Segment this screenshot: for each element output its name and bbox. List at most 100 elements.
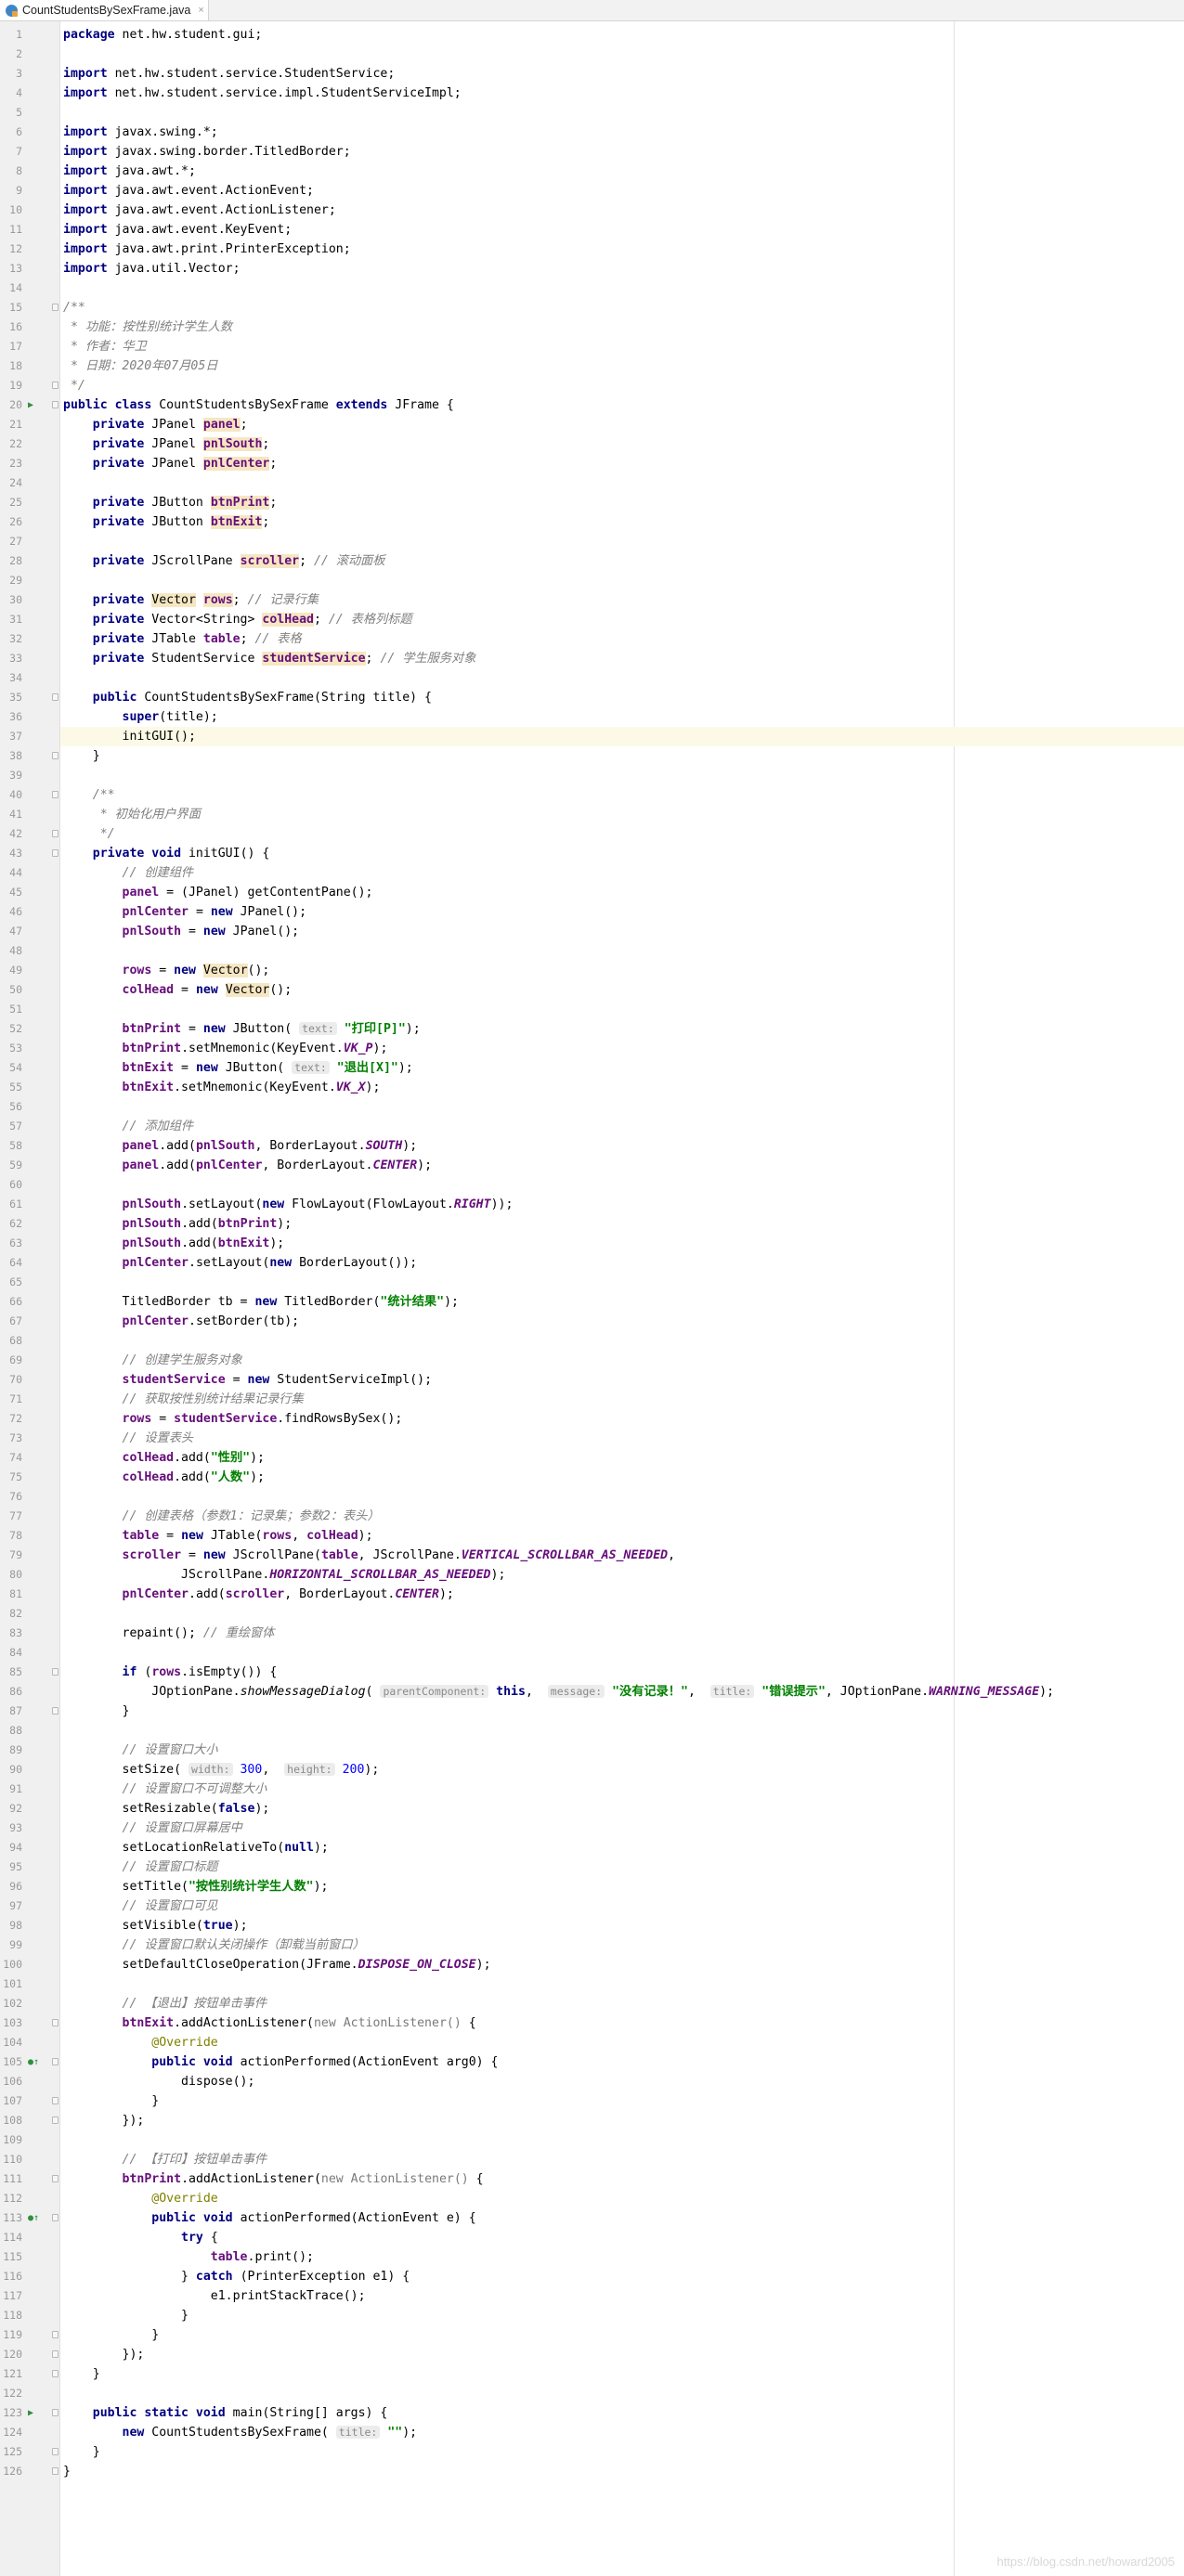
- code-line[interactable]: 39: [0, 766, 1184, 785]
- fold-marker-icon[interactable]: [52, 2058, 59, 2065]
- code-line[interactable]: 18 * 日期：2020年07月05日: [0, 356, 1184, 376]
- fold-marker-icon[interactable]: [52, 2116, 59, 2124]
- code-line[interactable]: 52 btnPrint = new JButton( text: "打印[P]"…: [0, 1019, 1184, 1039]
- fold-marker-icon[interactable]: [52, 2214, 59, 2221]
- code-line[interactable]: 114 try {: [0, 2228, 1184, 2247]
- code-line[interactable]: 121 }: [0, 2364, 1184, 2384]
- code-line[interactable]: 113 ●↑ public void actionPerformed(Action…: [0, 2208, 1184, 2228]
- code-line[interactable]: 91 // 设置窗口不可调整大小: [0, 1780, 1184, 1799]
- override-icon[interactable]: ●↑: [28, 2208, 46, 2228]
- code-line[interactable]: 3 import net.hw.student.service.StudentSe…: [0, 64, 1184, 84]
- code-line[interactable]: 69 // 创建学生服务对象: [0, 1351, 1184, 1370]
- fold-marker-icon[interactable]: [52, 830, 59, 837]
- fold-marker-icon[interactable]: [52, 2448, 59, 2455]
- code-line[interactable]: 31 private Vector<String> colHead; // 表格…: [0, 610, 1184, 629]
- code-line[interactable]: 16 * 功能：按性别统计学生人数: [0, 317, 1184, 337]
- code-line[interactable]: 72 rows = studentService.findRowsBySex()…: [0, 1409, 1184, 1429]
- fold-marker-icon[interactable]: [52, 1707, 59, 1715]
- fold-marker-icon[interactable]: [52, 382, 59, 389]
- code-line[interactable]: 19 */: [0, 376, 1184, 395]
- code-line[interactable]: 101: [0, 1974, 1184, 1994]
- code-line[interactable]: 36 super(title);: [0, 707, 1184, 727]
- code-line[interactable]: 25 private JButton btnPrint;: [0, 493, 1184, 512]
- code-line[interactable]: 12 import java.awt.print.PrinterException…: [0, 239, 1184, 259]
- code-line[interactable]: 63 pnlSouth.add(btnExit);: [0, 1234, 1184, 1253]
- code-line[interactable]: 48: [0, 941, 1184, 961]
- code-line[interactable]: 1 package net.hw.student.gui;: [0, 25, 1184, 45]
- code-line[interactable]: 66 TitledBorder tb = new TitledBorder("统…: [0, 1292, 1184, 1312]
- code-line[interactable]: 79 scroller = new JScrollPane(table, JSc…: [0, 1546, 1184, 1565]
- code-line[interactable]: 14: [0, 278, 1184, 298]
- code-line[interactable]: 27: [0, 532, 1184, 551]
- fold-marker-icon[interactable]: [52, 1668, 59, 1676]
- code-line[interactable]: 9 import java.awt.event.ActionEvent;: [0, 181, 1184, 201]
- code-line[interactable]: 23 private JPanel pnlCenter;: [0, 454, 1184, 473]
- fold-marker-icon[interactable]: [52, 791, 59, 798]
- code-line[interactable]: 24: [0, 473, 1184, 493]
- code-line[interactable]: 103 btnExit.addActionListener(new Action…: [0, 2013, 1184, 2033]
- code-line[interactable]: 35 public CountStudentsBySexFrame(String…: [0, 688, 1184, 707]
- code-line[interactable]: 76: [0, 1487, 1184, 1507]
- code-line[interactable]: 20 ▶ public class CountStudentsBySexFrame …: [0, 395, 1184, 415]
- code-line[interactable]: 80 JScrollPane.HORIZONTAL_SCROLLBAR_AS_N…: [0, 1565, 1184, 1585]
- code-line[interactable]: 33 private StudentService studentService…: [0, 649, 1184, 668]
- code-line[interactable]: 71 // 获取按性别统计结果记录行集: [0, 1390, 1184, 1409]
- code-line[interactable]: 109: [0, 2130, 1184, 2150]
- code-line[interactable]: 85 if (rows.isEmpty()) {: [0, 1663, 1184, 1682]
- code-line[interactable]: 77 // 创建表格（参数1：记录集；参数2：表头）: [0, 1507, 1184, 1526]
- code-line[interactable]: 108 });: [0, 2111, 1184, 2130]
- code-line[interactable]: 15 /**: [0, 298, 1184, 317]
- code-line[interactable]: 81 pnlCenter.add(scroller, BorderLayout.…: [0, 1585, 1184, 1604]
- code-line[interactable]: 92 setResizable(false);: [0, 1799, 1184, 1819]
- code-line[interactable]: 78 table = new JTable(rows, colHead);: [0, 1526, 1184, 1546]
- code-line[interactable]: 50 colHead = new Vector();: [0, 980, 1184, 1000]
- code-line[interactable]: 93 // 设置窗口屏幕居中: [0, 1819, 1184, 1838]
- code-line[interactable]: 87 }: [0, 1702, 1184, 1721]
- code-line[interactable]: 88: [0, 1721, 1184, 1741]
- code-line[interactable]: 10 import java.awt.event.ActionListener;: [0, 201, 1184, 220]
- fold-marker-icon[interactable]: [52, 693, 59, 701]
- code-line[interactable]: 56: [0, 1097, 1184, 1117]
- code-line[interactable]: 75 colHead.add("人数");: [0, 1468, 1184, 1487]
- code-line[interactable]: 118 }: [0, 2306, 1184, 2325]
- fold-marker-icon[interactable]: [52, 2097, 59, 2104]
- code-line[interactable]: 106 dispose();: [0, 2072, 1184, 2091]
- code-line[interactable]: 122: [0, 2384, 1184, 2403]
- code-line[interactable]: 107 }: [0, 2091, 1184, 2111]
- code-line[interactable]: 22 private JPanel pnlSouth;: [0, 434, 1184, 454]
- code-line[interactable]: 17 * 作者：华卫: [0, 337, 1184, 356]
- code-line[interactable]: 46 pnlCenter = new JPanel();: [0, 902, 1184, 922]
- fold-marker-icon[interactable]: [52, 2350, 59, 2358]
- code-line[interactable]: 13 import java.util.Vector;: [0, 259, 1184, 278]
- code-line[interactable]: 111 btnPrint.addActionListener(new Actio…: [0, 2169, 1184, 2189]
- code-line[interactable]: 11 import java.awt.event.KeyEvent;: [0, 220, 1184, 239]
- code-line[interactable]: 62 pnlSouth.add(btnPrint);: [0, 1214, 1184, 1234]
- code-line[interactable]: 110 // 【打印】按钮单击事件: [0, 2150, 1184, 2169]
- code-line[interactable]: 60: [0, 1175, 1184, 1195]
- code-line[interactable]: 32 private JTable table; // 表格: [0, 629, 1184, 649]
- code-line[interactable]: 94 setLocationRelativeTo(null);: [0, 1838, 1184, 1858]
- code-line[interactable]: 124 new CountStudentsBySexFrame( title: …: [0, 2423, 1184, 2442]
- code-line[interactable]: 43 private void initGUI() {: [0, 844, 1184, 863]
- run-icon[interactable]: ▶: [28, 395, 46, 415]
- code-line[interactable]: 73 // 设置表头: [0, 1429, 1184, 1448]
- code-line[interactable]: 47 pnlSouth = new JPanel();: [0, 922, 1184, 941]
- code-line[interactable]: 7 import javax.swing.border.TitledBorder;: [0, 142, 1184, 162]
- code-line[interactable]: 28 private JScrollPane scroller; // 滚动面板: [0, 551, 1184, 571]
- code-line[interactable]: 55 btnExit.setMnemonic(KeyEvent.VK_X);: [0, 1078, 1184, 1097]
- code-line[interactable]: 90 setSize( width: 300, height: 200);: [0, 1760, 1184, 1780]
- code-line[interactable]: 116 } catch (PrinterException e1) {: [0, 2267, 1184, 2286]
- code-line[interactable]: 54 btnExit = new JButton( text: "退出[X]")…: [0, 1058, 1184, 1078]
- code-line[interactable]: 64 pnlCenter.setLayout(new BorderLayout(…: [0, 1253, 1184, 1273]
- code-line[interactable]: 37 initGUI();: [0, 727, 1184, 746]
- fold-marker-icon[interactable]: [52, 2331, 59, 2338]
- fold-marker-icon[interactable]: [52, 2467, 59, 2475]
- code-line[interactable]: 105 ●↑ public void actionPerformed(Action…: [0, 2052, 1184, 2072]
- code-line[interactable]: 44 // 创建组件: [0, 863, 1184, 883]
- code-editor[interactable]: 1 package net.hw.student.gui; 2 3 import net…: [0, 25, 1184, 2481]
- code-line[interactable]: 34: [0, 668, 1184, 688]
- tab-file[interactable]: CountStudentsBySexFrame.java ×: [0, 0, 209, 20]
- code-line[interactable]: 30 private Vector rows; // 记录行集: [0, 590, 1184, 610]
- code-line[interactable]: 126}: [0, 2462, 1184, 2481]
- code-line[interactable]: 97 // 设置窗口可见: [0, 1896, 1184, 1916]
